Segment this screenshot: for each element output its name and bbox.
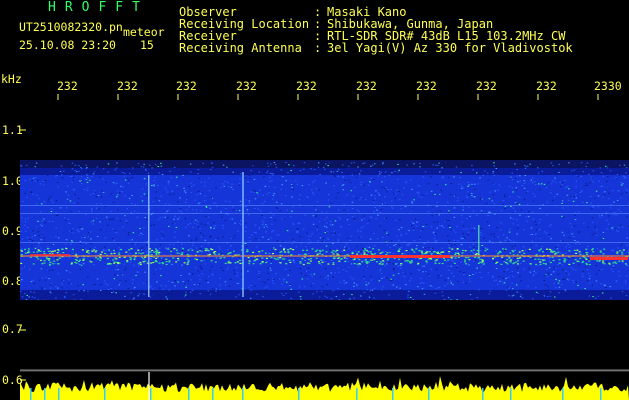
amplitude-strip: [20, 372, 629, 400]
spectrogram-canvas: [20, 94, 629, 400]
noise-band: [20, 160, 629, 310]
